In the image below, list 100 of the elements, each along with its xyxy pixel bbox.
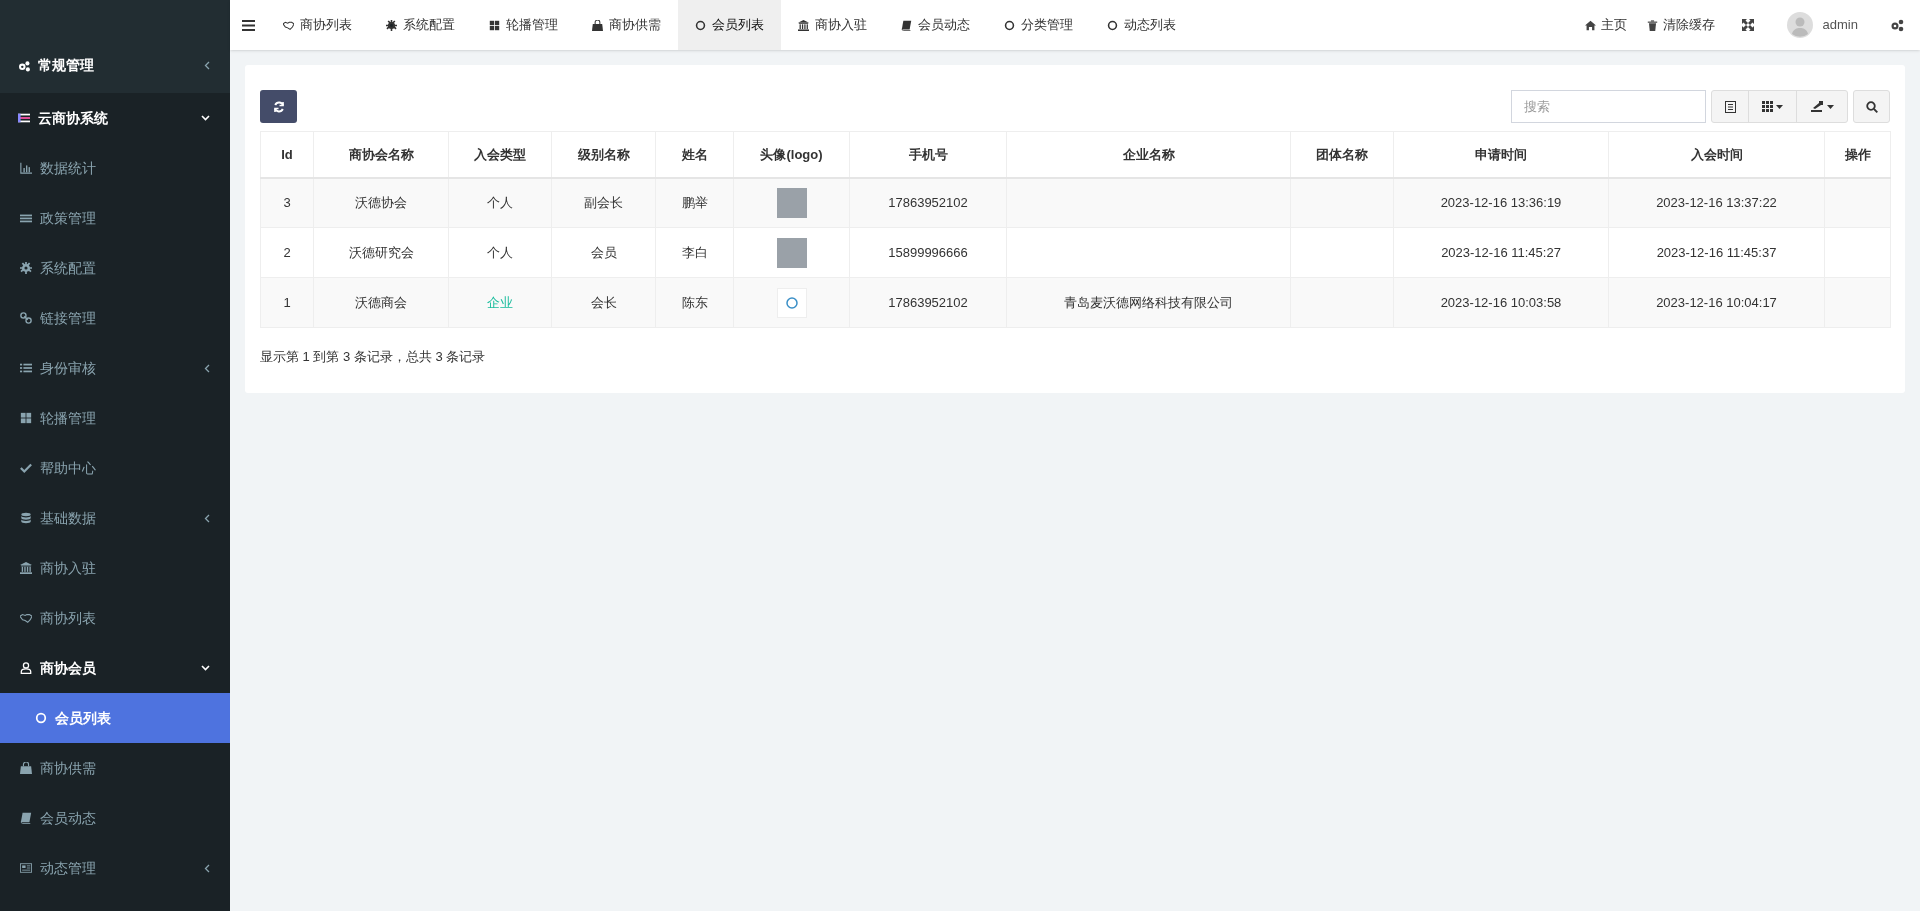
trash-icon [1646, 19, 1658, 31]
list-icon [20, 362, 32, 374]
photo-placeholder [776, 237, 807, 268]
nav-tab[interactable]: 商协列表 [266, 0, 369, 50]
book-icon [20, 812, 32, 824]
gear-icon [386, 19, 397, 31]
sidebar-item[interactable]: 链接管理 [0, 293, 230, 343]
sidebar-item[interactable]: 商协会员 [0, 643, 230, 693]
column-header: 商协会名称 [313, 131, 449, 178]
nav-tab[interactable]: 动态列表 [1090, 0, 1193, 50]
sidebar-item[interactable]: 会员动态 [0, 793, 230, 843]
logo-placeholder [776, 287, 807, 318]
table-cell: 1 [283, 294, 291, 310]
nav-tab[interactable]: 会员列表 [678, 0, 781, 50]
table-cell: 2023-12-16 11:45:37 [1656, 244, 1777, 260]
sidebar-item[interactable]: 商协入驻 [0, 543, 230, 593]
chevron-left-icon [204, 363, 210, 373]
nav-tab[interactable]: 分类管理 [987, 0, 1090, 50]
table-cell: 3 [283, 195, 291, 210]
table-cell: 2023-12-16 13:36:19 [1440, 195, 1562, 210]
nav-tab[interactable]: 商协入驻 [781, 0, 884, 50]
column-header: 操作 [1824, 131, 1891, 178]
chevron-down-icon [201, 665, 210, 671]
table-cell: 陈东 [681, 294, 708, 310]
sidebar-item[interactable]: 云商协系统 [0, 93, 230, 143]
table-cell: 个人 [487, 195, 513, 210]
check-icon [20, 462, 32, 474]
table-cell: 2023-12-16 10:03:58 [1440, 294, 1562, 310]
table-cell: 2023-12-16 11:45:27 [1441, 244, 1561, 260]
column-header: 入会类型 [448, 131, 552, 178]
sidebar-item[interactable]: 数据统计 [0, 143, 230, 193]
export-icon [1810, 101, 1824, 112]
home-icon [1584, 19, 1596, 31]
user-icon [20, 662, 32, 674]
table-cell: 17863952102 [888, 195, 968, 210]
table-cell: 企业 [487, 294, 513, 310]
table-cell: 15899996666 [888, 244, 968, 260]
column-header: 入会时间 [1608, 131, 1825, 178]
table-cell: 17863952102 [888, 294, 968, 310]
nav-tab[interactable]: 轮播管理 [472, 0, 575, 50]
sidebar-item[interactable]: 商协列表 [0, 593, 230, 643]
table-cell: 会长 [590, 294, 617, 310]
chevron-left-icon [204, 61, 210, 70]
sidebar-item[interactable]: 身份审核 [0, 343, 230, 393]
sidebar-item[interactable]: 帮助中心 [0, 443, 230, 493]
nav-tab[interactable]: 商协供需 [575, 0, 678, 50]
pagination-summary: 显示第 1 到第 3 条记录，总共 3 条记录 [260, 348, 487, 366]
table-cell: 沃德研究会 [348, 244, 414, 260]
circle-icon [695, 19, 706, 31]
table-cell: 会员 [590, 244, 617, 260]
chevron-left-icon [204, 863, 210, 873]
nav-link[interactable]: 主页 [1574, 0, 1637, 50]
table-cell: 2023-12-16 13:37:22 [1656, 195, 1777, 210]
list-icon [18, 112, 30, 124]
search-button[interactable] [1853, 90, 1890, 123]
search-icon [1865, 100, 1878, 113]
circle-icon [1004, 19, 1015, 31]
nav-tab[interactable]: 系统配置 [369, 0, 472, 50]
refresh-button[interactable] [260, 90, 297, 123]
sidebar-item[interactable]: 系统配置 [0, 243, 230, 293]
link-icon [20, 312, 32, 324]
database-icon [20, 512, 32, 524]
table-cell: 副会长 [584, 195, 623, 210]
column-header: 手机号 [849, 131, 1007, 178]
chevron-left-icon [204, 513, 210, 523]
sidebar-item[interactable]: 动态管理 [0, 843, 230, 893]
bank-icon [798, 19, 809, 31]
table-cell: 鹏举 [681, 195, 708, 210]
sidebar-item[interactable]: 商协供需 [0, 743, 230, 793]
circle-icon [1107, 19, 1118, 31]
circle-icon [35, 712, 47, 724]
sidebar-item[interactable]: 轮播管理 [0, 393, 230, 443]
refresh-icon [272, 100, 285, 113]
gear-icon [20, 262, 32, 274]
column-header: 姓名 [655, 131, 734, 178]
sidebar-item[interactable]: 常规管理 [0, 38, 230, 93]
newspaper-icon [20, 862, 32, 874]
table-cell: 沃德协会 [355, 195, 407, 210]
bar-chart-icon [20, 162, 32, 174]
user-menu[interactable]: admin [1770, 0, 1874, 50]
search-field[interactable]: 搜索 [1511, 90, 1706, 123]
sidebar-item[interactable]: 政策管理 [0, 193, 230, 243]
caret-icon [1776, 104, 1783, 109]
sidebar-item[interactable]: 会员列表 [0, 693, 230, 743]
table-cell: 青岛麦沃德网络科技有限公司 [1064, 294, 1233, 310]
column-header: 企业名称 [1006, 131, 1291, 178]
bank-icon [20, 562, 32, 574]
grid-icon [1762, 101, 1773, 112]
table-cell: 沃德商会 [355, 294, 407, 310]
bag-icon [592, 19, 603, 31]
column-header: 级别名称 [551, 131, 656, 178]
nav-link[interactable]: 清除缓存 [1636, 0, 1725, 50]
sidebar-item[interactable]: 基础数据 [0, 493, 230, 543]
nav-tab[interactable]: 会员动态 [884, 0, 987, 50]
list-icon [1724, 100, 1736, 113]
column-header: 头像(logo) [733, 131, 850, 178]
bag-icon [20, 762, 32, 774]
table-cell: 2 [283, 244, 291, 260]
user-name: admin [1822, 16, 1858, 35]
grid-icon [20, 412, 32, 424]
